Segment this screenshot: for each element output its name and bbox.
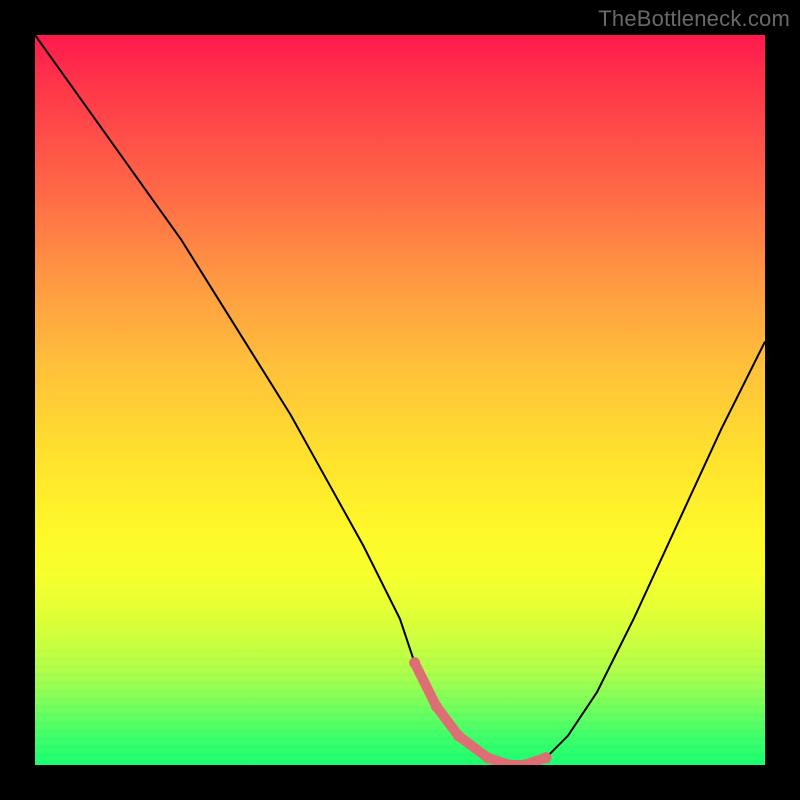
optimal-range-dot	[409, 657, 420, 668]
optimal-range-dot	[482, 752, 493, 763]
bottleneck-curve-line	[35, 35, 765, 765]
plot-area	[35, 35, 765, 765]
optimal-range-dot	[541, 752, 552, 763]
chart-frame: TheBottleneck.com	[0, 0, 800, 800]
optimal-range-dot	[431, 701, 442, 712]
watermark-text: TheBottleneck.com	[598, 6, 790, 32]
optimal-range-dot	[453, 730, 464, 741]
optimal-range-highlight	[415, 663, 546, 765]
curve-svg	[35, 35, 765, 765]
